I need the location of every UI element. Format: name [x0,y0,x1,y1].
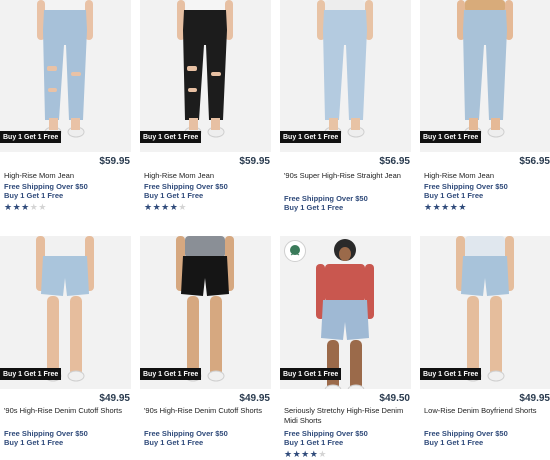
product-title[interactable]: Low-Rise Denim Boyfriend Shorts [424,406,549,416]
model-right-shoe [67,370,85,382]
product-image[interactable] [0,236,131,389]
model-top [185,236,225,258]
model-right-shoe [487,370,505,382]
model-photo [36,236,94,382]
star-rating: ★★★★★ [284,450,327,459]
promo-line-bogo: Buy 1 Get 1 Free [4,437,64,447]
product-price: $49.95 [519,393,550,404]
promo-badge: Buy 1 Get 1 Free [0,368,62,380]
model-right-leg [350,340,362,389]
model-top [465,236,505,258]
product-card[interactable]: Buy 1 Get 1 Free $49.95 '90s High-Rise Den… [0,0,131,460]
product-title[interactable]: '90s High-Rise Denim Cutoff Shorts [4,406,129,416]
star-icon: ★ [318,449,327,459]
model-face [339,247,351,261]
shipping-promo: Free Shipping Over $50 Buy 1 Get 1 Free [4,429,88,447]
model-right-leg [70,296,82,376]
model-shorts [41,256,89,296]
model-left-leg [467,296,479,376]
promo-badge: Buy 1 Get 1 Free [140,368,202,380]
promo-line-bogo: Buy 1 Get 1 Free [144,437,204,447]
model-top [45,236,85,258]
model-shorts [181,256,229,296]
shipping-promo: Free Shipping Over $50 Buy 1 Get 1 Free [144,429,228,447]
product-card[interactable]: Buy 1 Get 1 Free $49.95 Low-Rise Denim Boy… [420,0,550,460]
promo-badge: Buy 1 Get 1 Free [420,368,482,380]
star-icon: ★ [301,449,310,459]
product-title[interactable]: '90s High-Rise Denim Cutoff Shorts [144,406,269,416]
model-right-leg [210,296,222,376]
model-photo [456,236,514,382]
star-icon: ★ [284,449,293,459]
product-card[interactable]: Buy 1 Get 1 Free $49.50 Seriously Stretchy… [280,0,411,460]
star-icon: ★ [292,449,302,459]
model-shorts [461,256,509,296]
model-right-shoe [207,370,225,382]
product-price: $49.50 [379,393,410,404]
product-image[interactable] [420,236,550,389]
model-photo [176,236,234,382]
product-price: $49.95 [99,393,130,404]
product-image[interactable] [140,236,271,389]
product-price: $49.95 [239,393,270,404]
promo-badge: Buy 1 Get 1 Free [280,368,342,380]
product-card[interactable]: Buy 1 Get 1 Free $49.95 '90s High-Rise Den… [140,0,271,460]
product-title[interactable]: Seriously Stretchy High-Rise Denim Midi … [284,406,409,426]
model-left-leg [327,340,339,389]
shipping-promo: Free Shipping Over $50 Buy 1 Get 1 Free [424,429,508,447]
model-shorts [321,300,369,340]
promo-line-bogo: Buy 1 Get 1 Free [284,437,344,447]
model-left-leg [47,296,59,376]
model-top [325,264,365,302]
shipping-promo: Free Shipping Over $50 Buy 1 Get 1 Free [284,429,368,447]
model-left-leg [187,296,199,376]
eco-badge-icon [284,240,306,262]
promo-line-bogo: Buy 1 Get 1 Free [424,437,484,447]
model-right-leg [490,296,502,376]
